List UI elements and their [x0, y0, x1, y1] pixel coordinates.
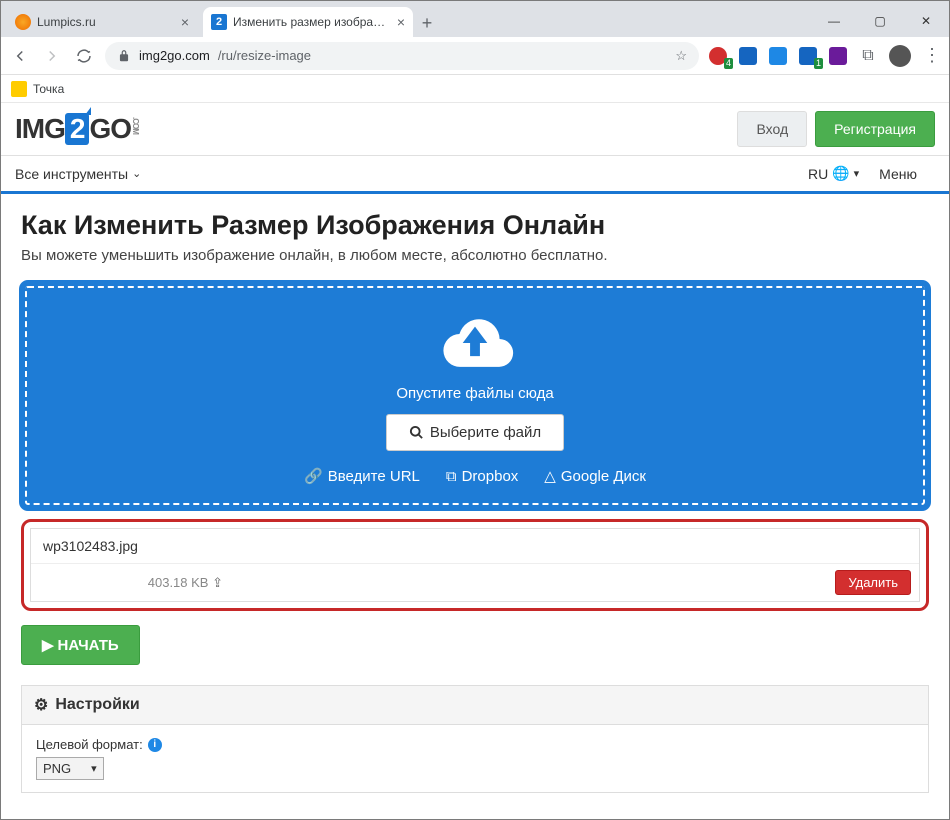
format-select[interactable]: PNG ▾ — [36, 757, 104, 780]
dropbox-icon: ⧉ — [446, 468, 457, 485]
extension-icon[interactable] — [769, 47, 787, 65]
choose-file-button[interactable]: Выберите файл — [386, 414, 564, 451]
favicon-img2go: 2 — [211, 14, 227, 30]
lock-icon — [117, 49, 131, 63]
all-tools-dropdown[interactable]: Все инструменты ⌄ — [15, 166, 141, 182]
profile-avatar[interactable] — [889, 45, 911, 67]
page-content: IMG2GO.COM Вход Регистрация Все инструме… — [1, 103, 949, 813]
register-button[interactable]: Регистрация — [815, 111, 935, 147]
link-icon: 🔗 — [304, 467, 323, 485]
browser-tab-inactive[interactable]: Lumpics.ru × — [7, 7, 197, 37]
back-button[interactable] — [9, 45, 31, 67]
uploaded-file-highlight: wp3102483.jpg 403.18 KB ⇪ Удалить — [21, 519, 929, 611]
file-name: wp3102483.jpg — [31, 529, 919, 563]
settings-panel: ⚙ Настройки Целевой формат: i PNG ▾ — [21, 685, 929, 793]
browser-tab-active[interactable]: 2 Изменить размер изображени… × — [203, 7, 413, 37]
favicon-lumpics — [15, 14, 31, 30]
dropzone-text: Опустите файлы сюда — [37, 385, 913, 402]
gear-icon: ⚙ — [34, 695, 48, 715]
extension-icon[interactable] — [829, 47, 847, 65]
maximize-button[interactable]: ▢ — [857, 5, 903, 37]
chevron-down-icon: ▾ — [854, 167, 860, 180]
dropzone-links: 🔗 Введите URL ⧉ Dropbox △ Google Диск — [37, 467, 913, 485]
star-icon[interactable]: ☆ — [675, 48, 687, 64]
bookmark-item[interactable]: Точка — [33, 82, 64, 96]
cloud-upload-icon — [434, 310, 516, 372]
enter-url-link[interactable]: 🔗 Введите URL — [304, 467, 420, 485]
uploaded-file-card: wp3102483.jpg 403.18 KB ⇪ Удалить — [30, 528, 920, 602]
menu-icon[interactable]: ⋮ — [923, 45, 941, 66]
extension-icon[interactable]: 4 — [709, 47, 727, 65]
page-title: Как Изменить Размер Изображения Онлайн — [21, 210, 929, 241]
start-button[interactable]: ▶ НАЧАТЬ — [21, 625, 140, 665]
url-host: img2go.com — [139, 48, 210, 63]
file-dropzone[interactable]: Опустите файлы сюда Выберите файл 🔗 Введ… — [25, 286, 925, 505]
close-icon[interactable]: × — [397, 14, 405, 30]
google-drive-icon: △ — [544, 467, 556, 485]
url-path: /ru/resize-image — [218, 48, 311, 63]
login-button[interactable]: Вход — [737, 111, 807, 147]
minimize-button[interactable]: — — [811, 5, 857, 37]
forward-button[interactable] — [41, 45, 63, 67]
search-icon — [409, 425, 424, 440]
reload-button[interactable] — [73, 45, 95, 67]
globe-icon: 🌐 — [832, 165, 849, 182]
tab-label: Изменить размер изображени… — [233, 15, 391, 29]
page-subtitle: Вы можете уменьшить изображение онлайн, … — [21, 247, 929, 264]
extension-icons: 4 1 ⧉ ⋮ — [709, 45, 941, 67]
google-drive-link[interactable]: △ Google Диск — [544, 467, 646, 485]
close-icon[interactable]: × — [181, 14, 189, 30]
tab-label: Lumpics.ru — [37, 15, 175, 29]
chevron-down-icon: ⌄ — [132, 167, 141, 180]
window-controls: — ▢ ✕ — [811, 5, 949, 37]
menu-toggle[interactable]: Меню — [879, 166, 935, 182]
bookmark-icon — [11, 81, 27, 97]
reading-list-icon[interactable]: ⧉ — [859, 47, 877, 65]
extension-icon[interactable] — [739, 47, 757, 65]
browser-titlebar: Lumpics.ru × 2 Изменить размер изображен… — [1, 1, 949, 37]
upload-icon: ⇪ — [212, 575, 223, 590]
dropbox-link[interactable]: ⧉ Dropbox — [446, 467, 518, 485]
delete-file-button[interactable]: Удалить — [835, 570, 911, 595]
settings-header: ⚙ Настройки — [22, 686, 928, 725]
address-bar: img2go.com/ru/resize-image ☆ 4 1 ⧉ ⋮ — [1, 37, 949, 75]
play-icon: ▶ — [42, 636, 54, 654]
new-tab-button[interactable]: + — [413, 9, 441, 37]
info-icon[interactable]: i — [148, 738, 162, 752]
chevron-down-icon: ▾ — [91, 762, 97, 775]
site-header: IMG2GO.COM Вход Регистрация — [1, 103, 949, 155]
language-selector[interactable]: RU 🌐 ▾ — [808, 165, 859, 182]
site-menubar: Все инструменты ⌄ RU 🌐 ▾ Меню — [1, 155, 949, 194]
site-logo[interactable]: IMG2GO.COM — [15, 113, 140, 145]
url-input[interactable]: img2go.com/ru/resize-image ☆ — [105, 42, 699, 70]
extension-icon[interactable]: 1 — [799, 47, 817, 65]
bookmarks-bar: Точка — [1, 75, 949, 103]
file-size: 403.18 KB ⇪ — [39, 575, 229, 591]
close-window-button[interactable]: ✕ — [903, 5, 949, 37]
file-info-row: 403.18 KB ⇪ Удалить — [31, 563, 919, 601]
setting-label: Целевой формат: i — [36, 737, 914, 752]
hamburger-icon — [921, 171, 935, 177]
